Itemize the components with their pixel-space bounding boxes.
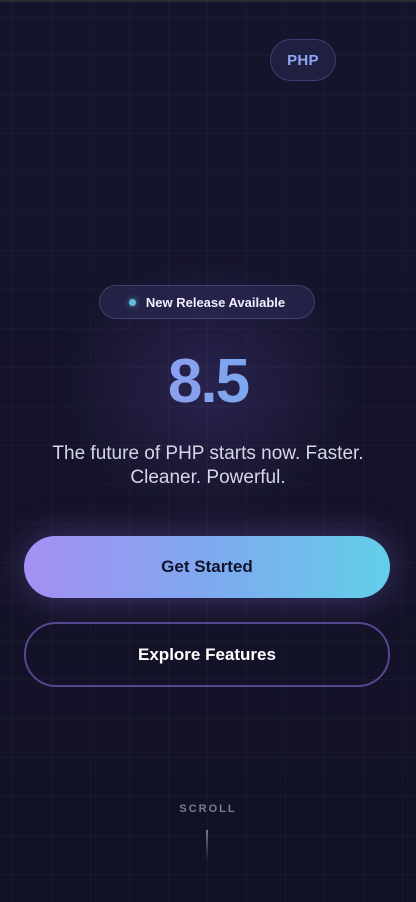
get-started-label: Get Started: [161, 557, 253, 576]
hero-tagline: The future of PHP starts now. Faster. Cl…: [52, 443, 364, 488]
get-started-button[interactable]: Get Started: [24, 536, 390, 598]
scroll-indicator-line: [206, 830, 208, 860]
release-badge-label: New Release Available: [145, 294, 286, 310]
php-badge-label: PHP: [287, 51, 319, 69]
version-label: 8.5: [167, 347, 249, 416]
status-dot-icon: [128, 298, 136, 306]
explore-features-button[interactable]: Explore Features: [24, 622, 390, 687]
release-badge: New Release Available: [99, 285, 315, 319]
hero-screen: PHP New Release Available 8.5 The future…: [0, 0, 416, 902]
version-number: 8.5: [0, 346, 416, 418]
scroll-hint: SCROLL: [179, 803, 237, 815]
php-logo-badge[interactable]: PHP: [270, 39, 336, 81]
explore-features-label: Explore Features: [138, 644, 276, 664]
